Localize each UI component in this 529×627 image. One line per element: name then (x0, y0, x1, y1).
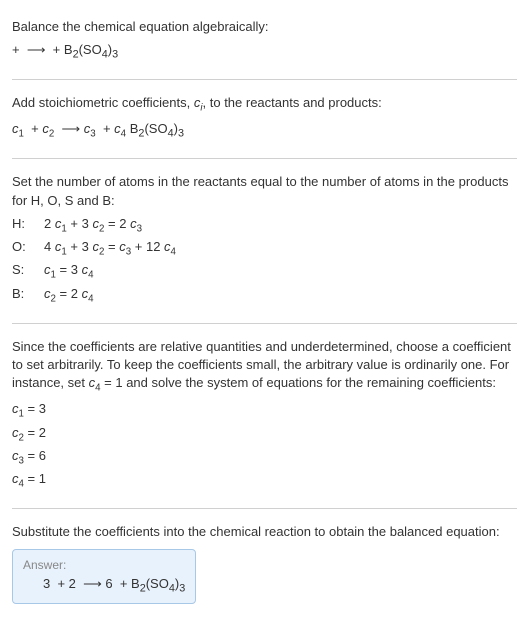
step2-section: Add stoichiometric coefficients, ci, to … (12, 84, 517, 154)
divider (12, 158, 517, 159)
atom-label: B: (12, 284, 32, 307)
coefficient-value: c4 = 1 (12, 469, 517, 492)
divider (12, 323, 517, 324)
coefficient-list: c1 = 3 c2 = 2 c3 = 6 c4 = 1 (12, 399, 517, 492)
step4-section: Since the coefficients are relative quan… (12, 328, 517, 504)
atom-label: O: (12, 237, 32, 260)
atom-row: B: c2 = 2 c4 (12, 284, 517, 307)
step3-title: Set the number of atoms in the reactants… (12, 173, 517, 209)
coefficient-value: c1 = 3 (12, 399, 517, 422)
coefficient-value: c2 = 2 (12, 423, 517, 446)
answer-equation: 3 + 2 ⟶ 6 + B2(SO4)3 (23, 576, 185, 595)
atom-row: S: c1 = 3 c4 (12, 260, 517, 283)
atom-equation: c2 = 2 c4 (44, 284, 94, 307)
step1-equation: + ⟶ + B2(SO4)3 (12, 40, 517, 63)
divider (12, 508, 517, 509)
answer-label: Answer: (23, 558, 185, 572)
atom-equation: 2 c1 + 3 c2 = 2 c3 (44, 214, 142, 237)
divider (12, 79, 517, 80)
atom-label: S: (12, 260, 32, 283)
step3-section: Set the number of atoms in the reactants… (12, 163, 517, 318)
atom-equation: 4 c1 + 3 c2 = c3 + 12 c4 (44, 237, 176, 260)
atom-label: H: (12, 214, 32, 237)
step4-text: Since the coefficients are relative quan… (12, 338, 517, 396)
step1-title: Balance the chemical equation algebraica… (12, 18, 517, 36)
coefficient-value: c3 = 6 (12, 446, 517, 469)
atom-row: O: 4 c1 + 3 c2 = c3 + 12 c4 (12, 237, 517, 260)
step2-equation: c1 + c2 ⟶ c3 + c4 B2(SO4)3 (12, 119, 517, 142)
step1-section: Balance the chemical equation algebraica… (12, 8, 517, 75)
atom-equation: c1 = 3 c4 (44, 260, 94, 283)
step2-title: Add stoichiometric coefficients, ci, to … (12, 94, 517, 115)
answer-box: Answer: 3 + 2 ⟶ 6 + B2(SO4)3 (12, 549, 196, 604)
step5-section: Substitute the coefficients into the che… (12, 513, 517, 612)
atom-table: H: 2 c1 + 3 c2 = 2 c3 O: 4 c1 + 3 c2 = c… (12, 214, 517, 307)
step5-title: Substitute the coefficients into the che… (12, 523, 517, 541)
atom-row: H: 2 c1 + 3 c2 = 2 c3 (12, 214, 517, 237)
